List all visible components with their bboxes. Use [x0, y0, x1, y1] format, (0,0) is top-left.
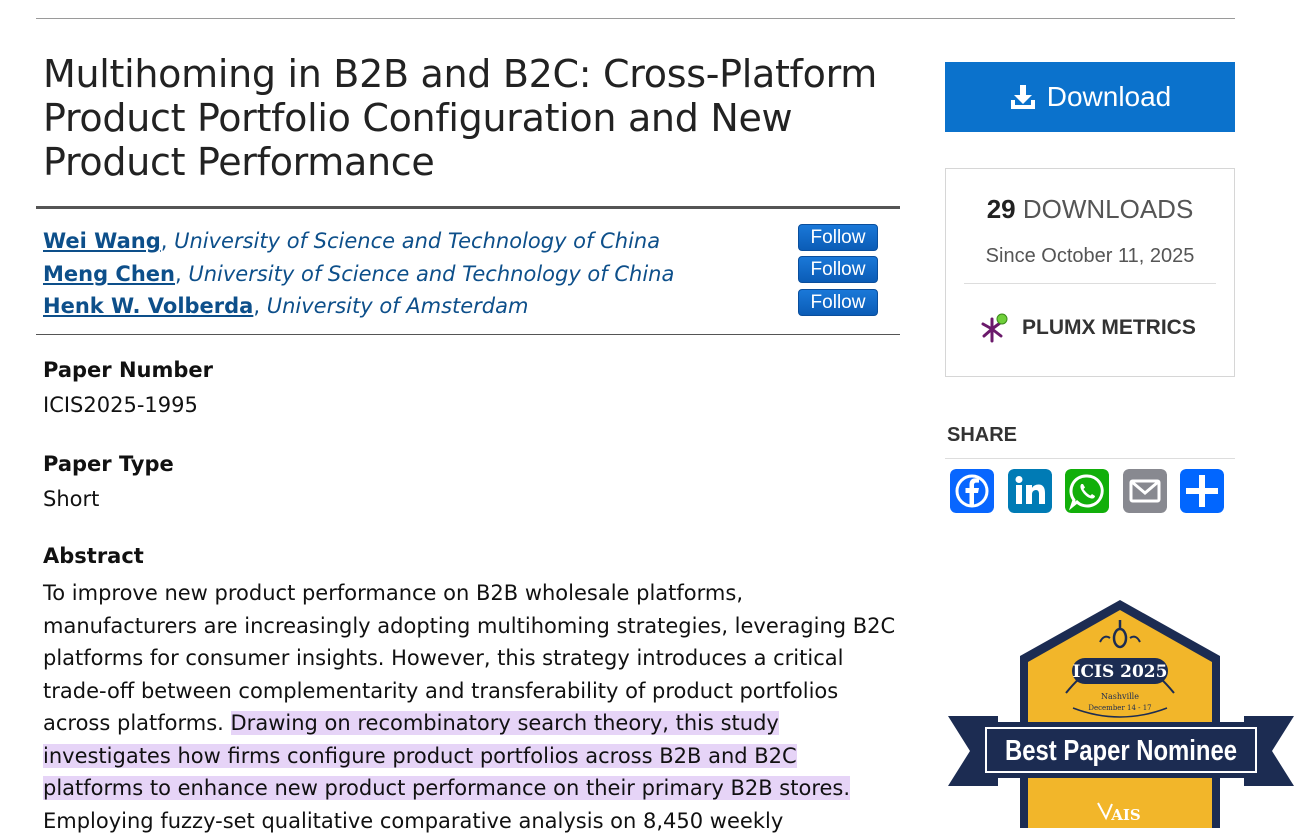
abstract-label: Abstract: [43, 544, 144, 568]
author-link[interactable]: Meng Chen: [43, 262, 175, 286]
plumx-label: PLUMX METRICS: [1022, 316, 1196, 339]
download-count-label: DOWNLOADS: [1022, 194, 1194, 224]
share-icon[interactable]: [1180, 469, 1224, 513]
author-institution: University of Science and Technology of …: [174, 229, 661, 253]
download-icon: [1010, 85, 1035, 109]
follow-button[interactable]: Follow: [798, 256, 878, 283]
plumx-metrics-link[interactable]: PLUMX METRICS: [978, 312, 1196, 344]
share-title: SHARE: [947, 424, 1018, 446]
badge-conference: ICIS 2025: [1073, 662, 1168, 682]
author-row: Wei Wang, University of Science and Tech…: [43, 229, 661, 253]
badge-org: AIS: [1110, 806, 1141, 824]
abstract-text-part: Employing fuzzy-set qualitative comparat…: [43, 808, 784, 833]
linkedin-icon[interactable]: [1008, 469, 1052, 513]
download-count-value: 29: [986, 194, 1016, 224]
paper-type-label: Paper Type: [43, 452, 174, 476]
author-row: Meng Chen, University of Science and Tec…: [43, 262, 675, 286]
follow-button[interactable]: Follow: [798, 224, 878, 251]
whatsapp-icon[interactable]: [1065, 469, 1109, 513]
since-date: Since October 11, 2025: [985, 245, 1195, 267]
authors-section: Wei Wang, University of Science and Tech…: [36, 206, 900, 335]
author-institution: University of Science and Technology of …: [188, 262, 675, 286]
stats-panel: 29 DOWNLOADS Since October 11, 2025 PLUM…: [945, 168, 1235, 377]
badge-location: Nashville: [1101, 692, 1139, 701]
best-paper-nominee-badge: ICIS 2025 Nashville December 14 - 17 Bes…: [948, 600, 1294, 828]
paper-type-value: Short: [43, 487, 100, 511]
paper-number-value: ICIS2025-1995: [43, 393, 198, 417]
abstract-text: To improve new product performance on B2…: [43, 577, 903, 837]
email-icon[interactable]: [1123, 469, 1167, 513]
badge-award: Best Paper Nominee: [1005, 735, 1237, 767]
badge-dates: December 14 - 17: [1088, 704, 1151, 712]
author-row: Henk W. Volberda, University of Amsterda…: [43, 294, 529, 318]
top-divider: [36, 18, 1235, 19]
download-button[interactable]: Download: [945, 62, 1235, 132]
author-institution: University of Amsterdam: [266, 294, 529, 318]
download-label: Download: [1046, 81, 1172, 112]
paper-number-label: Paper Number: [43, 358, 213, 382]
plumx-icon: [981, 313, 1008, 343]
author-link[interactable]: Wei Wang: [43, 229, 161, 253]
stats-divider: [964, 283, 1216, 284]
facebook-icon[interactable]: [950, 469, 994, 513]
author-link[interactable]: Henk W. Volberda: [43, 294, 253, 318]
paper-title: Multihoming in B2B and B2C: Cross-Platfo…: [43, 52, 877, 184]
download-count: 29 DOWNLOADS: [946, 194, 1234, 225]
follow-button[interactable]: Follow: [798, 289, 878, 316]
share-divider: [945, 458, 1235, 459]
